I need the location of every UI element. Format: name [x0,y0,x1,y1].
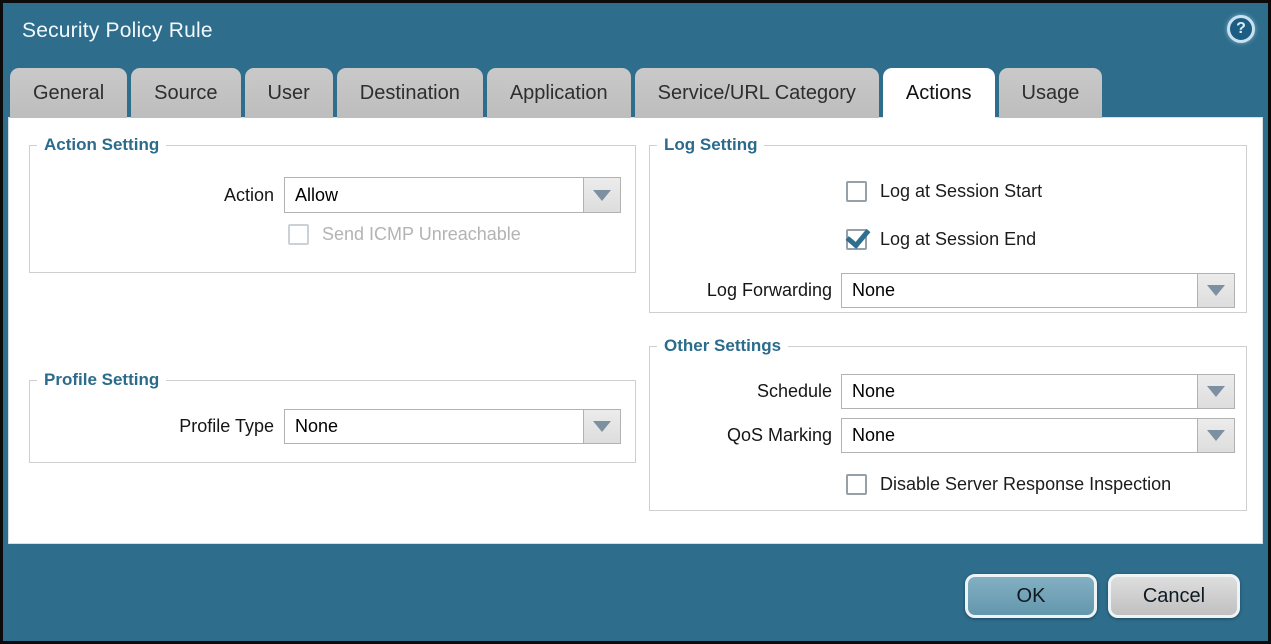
log-at-session-end-checkbox-row: Log at Session End [846,229,1036,250]
tab-destination[interactable]: Destination [337,68,483,118]
log-at-session-end-checkbox[interactable] [846,229,867,250]
tab-usage[interactable]: Usage [999,68,1103,118]
log-setting-legend: Log Setting [657,135,764,155]
action-dropdown-value[interactable]: Allow [284,177,584,213]
tab-bar: General Source User Destination Applicat… [10,68,1102,121]
tab-user[interactable]: User [245,68,333,118]
send-icmp-unreachable-checkbox-row: Send ICMP Unreachable [288,224,521,245]
tab-application[interactable]: Application [487,68,631,118]
disable-server-response-inspection-checkbox[interactable] [846,474,867,495]
qos-marking-dropdown-value[interactable]: None [841,418,1198,453]
log-at-session-start-checkbox[interactable] [846,181,867,202]
chevron-down-icon [593,190,611,201]
log-at-session-end-label: Log at Session End [880,229,1036,250]
log-forwarding-row: Log Forwarding None [659,273,1235,308]
log-forwarding-dropdown-value[interactable]: None [841,273,1198,308]
schedule-dropdown-value[interactable]: None [841,374,1198,409]
profile-type-dropdown-value[interactable]: None [284,409,584,444]
dialog-title: Security Policy Rule [22,19,213,43]
send-icmp-unreachable-checkbox [288,224,309,245]
log-forwarding-dropdown-button[interactable] [1198,273,1235,308]
chevron-down-icon [1207,430,1225,441]
chevron-down-icon [1207,386,1225,397]
qos-marking-row: QoS Marking None [659,418,1235,453]
profile-type-row: Profile Type None [9,409,621,444]
security-policy-rule-dialog: Security Policy Rule ? General Source Us… [0,0,1271,644]
actions-tab-panel: Action Setting Log Setting Profile Setti… [8,117,1263,544]
profile-type-dropdown[interactable]: None [284,409,621,444]
ok-button[interactable]: OK [965,574,1097,618]
action-dropdown[interactable]: Allow [284,177,621,213]
profile-type-dropdown-button[interactable] [584,409,621,444]
log-at-session-start-label: Log at Session Start [880,181,1042,202]
action-dropdown-button[interactable] [584,177,621,213]
log-forwarding-label: Log Forwarding [659,280,832,301]
tab-actions[interactable]: Actions [883,68,995,121]
chevron-down-icon [1207,285,1225,296]
other-settings-legend: Other Settings [657,336,788,356]
log-at-session-start-checkbox-row: Log at Session Start [846,181,1042,202]
schedule-label: Schedule [659,381,832,402]
profile-setting-legend: Profile Setting [37,370,166,390]
disable-server-response-inspection-label: Disable Server Response Inspection [880,474,1171,495]
qos-marking-dropdown[interactable]: None [841,418,1235,453]
tab-service-url-category[interactable]: Service/URL Category [635,68,879,118]
log-forwarding-dropdown[interactable]: None [841,273,1235,308]
schedule-dropdown-button[interactable] [1198,374,1235,409]
send-icmp-unreachable-label: Send ICMP Unreachable [322,224,521,245]
action-label: Action [9,185,274,206]
chevron-down-icon [593,421,611,432]
action-row: Action Allow [9,177,621,213]
tab-general[interactable]: General [10,68,127,118]
qos-marking-label: QoS Marking [659,425,832,446]
cancel-button[interactable]: Cancel [1108,574,1240,618]
action-setting-legend: Action Setting [37,135,166,155]
schedule-dropdown[interactable]: None [841,374,1235,409]
help-icon[interactable]: ? [1227,15,1255,43]
qos-marking-dropdown-button[interactable] [1198,418,1235,453]
profile-type-label: Profile Type [9,416,274,437]
schedule-row: Schedule None [659,374,1235,409]
tab-source[interactable]: Source [131,68,240,118]
disable-server-response-inspection-checkbox-row: Disable Server Response Inspection [846,474,1171,495]
